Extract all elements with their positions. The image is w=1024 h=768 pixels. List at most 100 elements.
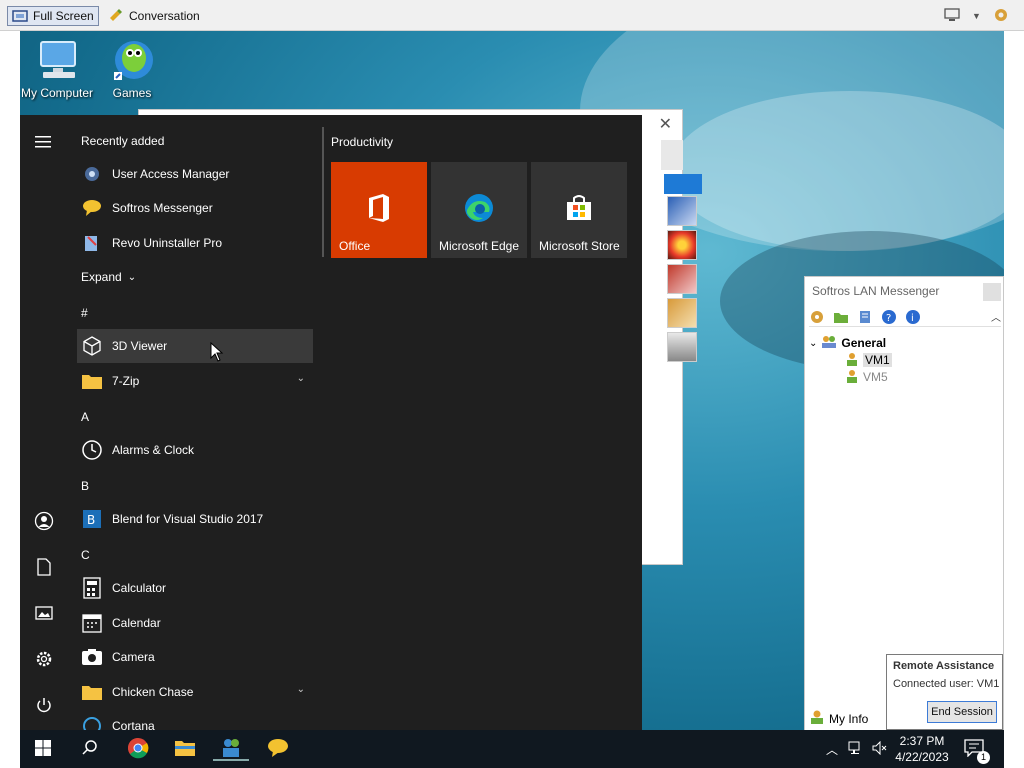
remote-desktop: My Computer Games ✕ Recently added User … (20, 31, 1004, 768)
users-icon (220, 737, 242, 762)
viewer-toolbar: Full Screen Conversation ▼ (0, 0, 1024, 31)
thumbnail-image[interactable] (667, 230, 697, 260)
contact-label: VM5 (863, 370, 888, 384)
chevron-down-icon: ⌄ (127, 271, 137, 283)
calendar-icon (81, 612, 103, 634)
monitor-icon (944, 7, 962, 26)
thumbnail-image[interactable] (667, 196, 697, 226)
user-icon (809, 709, 825, 728)
help-icon[interactable]: ? (881, 309, 897, 325)
active-indicator (213, 759, 249, 761)
desktop-icon-my-computer[interactable]: My Computer (20, 38, 97, 100)
desktop-icon-label: My Computer (20, 86, 94, 100)
app-label: Camera (112, 650, 155, 664)
app-calculator[interactable]: Calculator (77, 571, 313, 605)
window-panel (661, 140, 683, 170)
app-calendar[interactable]: Calendar (77, 606, 313, 640)
group-letter[interactable]: C (81, 548, 90, 562)
documents-button[interactable] (32, 556, 56, 580)
contact-vm1[interactable]: VM1 (845, 352, 892, 368)
start-menu: Recently added User Access Manager Softr… (20, 115, 642, 735)
messenger-settings-button[interactable] (992, 6, 1010, 26)
thumbnail-image[interactable] (667, 332, 697, 362)
chevron-up-icon[interactable]: ︿ (826, 741, 838, 758)
conversation-button[interactable]: Conversation (104, 6, 204, 26)
app-user-access-manager[interactable]: User Access Manager (77, 157, 313, 191)
chevron-down-icon: ▼ (972, 11, 981, 21)
group-letter[interactable]: A (81, 410, 89, 424)
app-7-zip[interactable]: 7-Zip ⌄ (77, 364, 313, 398)
desktop-icon-games[interactable]: Games (92, 38, 172, 100)
system-tray: ︿ (826, 730, 888, 768)
start-rail (20, 115, 68, 730)
search-button[interactable] (78, 737, 102, 761)
info-icon[interactable]: i (905, 309, 921, 325)
taskbar-file-explorer[interactable] (173, 737, 197, 761)
thumbnail-image[interactable] (667, 298, 697, 328)
tile-microsoft-edge[interactable]: Microsoft Edge (431, 162, 527, 258)
expand-button[interactable]: Expand ⌄ (77, 260, 157, 294)
conversation-label: Conversation (129, 9, 200, 23)
lan-messenger-title: Softros LAN Messenger (812, 284, 940, 298)
group-label: General (841, 336, 887, 350)
full-screen-button[interactable]: Full Screen (7, 6, 99, 26)
app-label: Blend for Visual Studio 2017 (112, 512, 264, 526)
app-chicken-chase[interactable]: Chicken Chase ⌄ (77, 675, 313, 709)
taskbar-lan-app[interactable] (213, 737, 249, 762)
svg-text:?: ? (886, 313, 891, 324)
close-icon[interactable]: ✕ (659, 114, 672, 134)
app-revo-uninstaller-pro[interactable]: Revo Uninstaller Pro (77, 226, 313, 260)
group-icon (821, 335, 837, 352)
store-icon (563, 192, 595, 224)
pictures-button[interactable] (32, 602, 56, 626)
search-icon (81, 739, 99, 760)
power-icon (35, 696, 53, 717)
notifications-button[interactable]: 1 (962, 737, 990, 764)
settings-button[interactable] (32, 648, 56, 672)
document-icon (36, 557, 52, 579)
tile-office[interactable]: Office (331, 162, 427, 258)
tile-microsoft-store[interactable]: Microsoft Store (531, 162, 627, 258)
app-alarms-clock[interactable]: Alarms & Clock (77, 433, 313, 467)
history-icon[interactable] (857, 309, 873, 325)
end-session-button[interactable]: End Session (927, 701, 997, 723)
monitor-select-button[interactable]: ▼ (944, 6, 981, 26)
user-account-button[interactable] (32, 510, 56, 534)
app-label: Alarms & Clock (112, 443, 195, 457)
start-button[interactable] (31, 737, 55, 761)
hamburger-icon (35, 135, 53, 152)
thumbnail-image[interactable] (667, 264, 697, 294)
app-softros-messenger[interactable]: Softros Messenger (77, 191, 313, 225)
my-info-button[interactable]: My Info (809, 709, 868, 728)
remote-assistance-title: Remote Assistance (893, 660, 995, 672)
app-camera[interactable]: Camera (77, 640, 313, 674)
full-screen-icon (12, 9, 28, 23)
taskbar-chrome[interactable] (126, 737, 150, 761)
group-letter[interactable]: B (81, 479, 89, 493)
app-label: User Access Manager (112, 167, 230, 181)
mouse-cursor-icon (210, 341, 224, 365)
taskbar-softros-messenger[interactable] (266, 737, 290, 761)
network-icon[interactable] (848, 741, 864, 758)
group-general[interactable]: ⌄ General (809, 335, 886, 351)
hamburger-menu-button[interactable] (32, 131, 56, 155)
app-label: 7-Zip (112, 374, 140, 388)
app-label: 3D Viewer (112, 339, 168, 353)
app-list: Recently added User Access Manager Softr… (77, 115, 317, 735)
open-folder-icon[interactable] (833, 309, 849, 325)
chevron-up-icon[interactable]: ︿ (991, 309, 1001, 324)
app-3d-viewer[interactable]: 3D Viewer (77, 329, 313, 363)
conversation-icon (108, 9, 124, 23)
chevron-down-icon: ⌄ (296, 373, 305, 384)
app-label: Softros Messenger (112, 201, 213, 215)
settings-icon[interactable] (809, 309, 825, 325)
group-letter[interactable]: # (81, 306, 88, 320)
window-control-button[interactable] (983, 283, 1001, 301)
taskbar-clock[interactable]: 2:37 PM 4/22/2023 (886, 733, 958, 765)
user-icon (845, 352, 859, 369)
contact-vm5[interactable]: VM5 (845, 369, 888, 385)
power-button[interactable] (32, 694, 56, 718)
menu-divider (322, 127, 324, 257)
app-blend-visual-studio[interactable]: B Blend for Visual Studio 2017 (77, 502, 313, 536)
tile-label: Office (339, 239, 371, 253)
